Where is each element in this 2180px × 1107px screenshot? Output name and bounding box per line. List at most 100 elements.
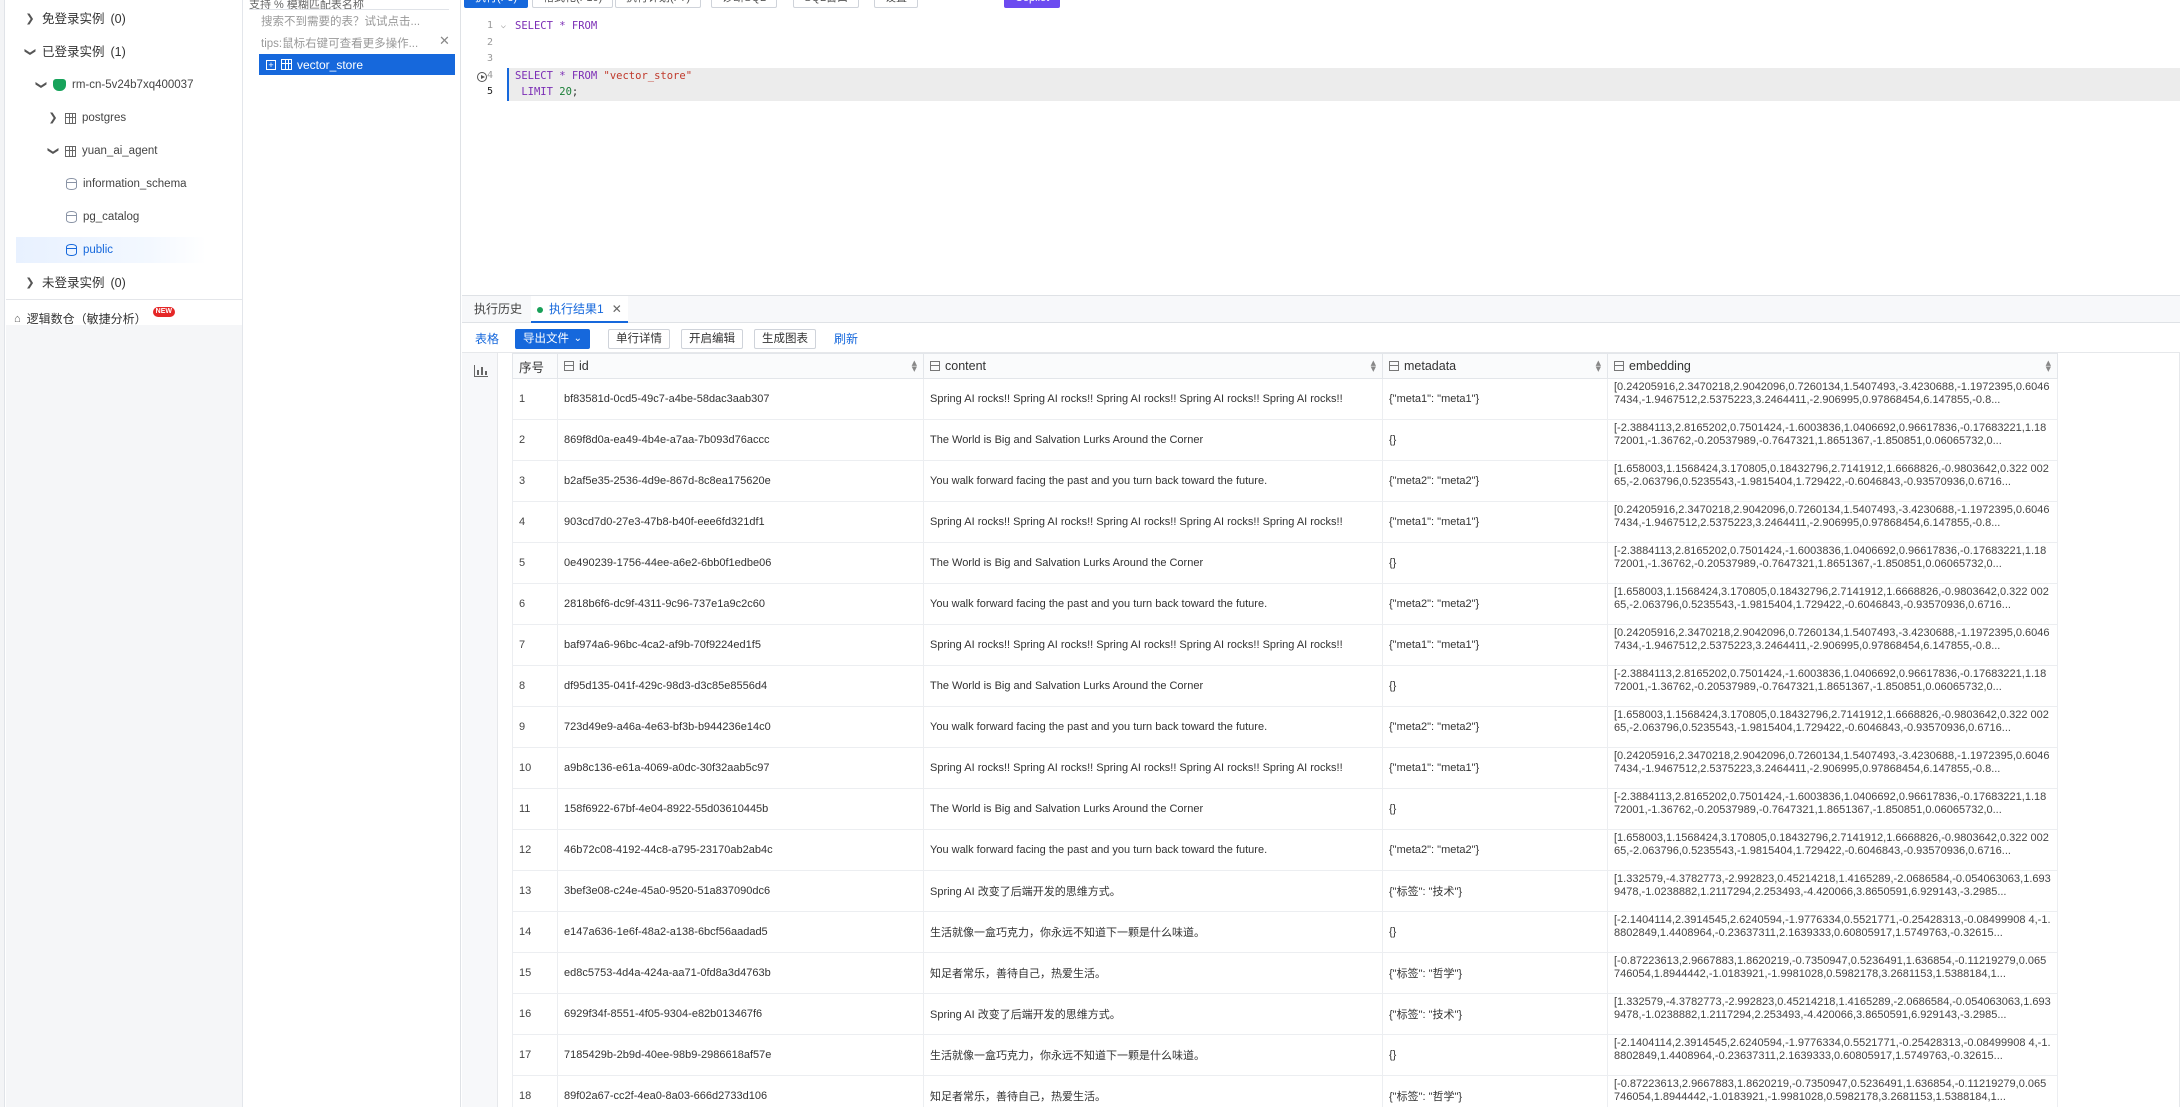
code-area[interactable]: SELECT * FROM SELECT * FROM "vector_stor… bbox=[507, 18, 2180, 101]
row-index-cell[interactable]: 1 bbox=[512, 378, 558, 420]
content-cell[interactable]: 生活就像一盒巧克力，你永远不知道下一颗是什么味道。 bbox=[923, 1034, 1383, 1076]
embedding-cell[interactable]: [0.24205916,2.3470218,2.9042096,0.726013… bbox=[1607, 378, 2058, 420]
id-cell[interactable]: ed8c5753-4d4a-424a-aa71-0fd8a3d4763b bbox=[557, 952, 924, 994]
metadata-cell[interactable]: {"meta1": "meta1"} bbox=[1382, 747, 1608, 789]
row-index-cell[interactable]: 6 bbox=[512, 583, 558, 625]
row-index-cell[interactable]: 5 bbox=[512, 542, 558, 584]
refresh-link[interactable]: 刷新 bbox=[834, 330, 858, 347]
diagnose-button[interactable]: 诊断SQL bbox=[711, 0, 778, 8]
content-cell[interactable]: Spring AI rocks!! Spring AI rocks!! Spri… bbox=[923, 378, 1383, 420]
table-row[interactable]: 12 46b72c08-4192-44c8-a795-23170ab2ab4c Yo… bbox=[512, 829, 2058, 871]
content-cell[interactable]: The World is Big and Salvation Lurks Aro… bbox=[923, 665, 1383, 707]
close-icon[interactable]: ✕ bbox=[439, 33, 450, 49]
embedding-cell[interactable]: [-2.3884113,2.8165202,0.7501424,-1.60038… bbox=[1607, 419, 2058, 461]
metadata-cell[interactable]: {"标签": "技术"} bbox=[1382, 993, 1608, 1035]
table-row[interactable]: 18 89f02a67-cc2f-4ea0-8a03-666d2733d106 知足… bbox=[512, 1075, 2058, 1107]
table-row[interactable]: 17 7185429b-2b9d-40ee-98b9-2986618af57e 生活… bbox=[512, 1034, 2058, 1076]
embedding-cell[interactable]: [1.658003,1.1568424,3.170805,0.18432796,… bbox=[1607, 583, 2058, 625]
tree-db-postgres[interactable]: ❯ postgres bbox=[47, 105, 126, 131]
embedding-cell[interactable]: [1.332579,-4.3782773,-2.992823,0.4521421… bbox=[1607, 993, 2058, 1035]
metadata-cell[interactable]: {} bbox=[1382, 665, 1608, 707]
content-cell[interactable]: The World is Big and Salvation Lurks Aro… bbox=[923, 788, 1383, 830]
metadata-cell[interactable]: {"meta2": "meta2"} bbox=[1382, 460, 1608, 502]
embedding-cell[interactable]: [0.24205916,2.3470218,2.9042096,0.726013… bbox=[1607, 747, 2058, 789]
row-index-cell[interactable]: 3 bbox=[512, 460, 558, 502]
sort-icon[interactable]: ▲ ▼ bbox=[1371, 360, 1376, 373]
tree-db-yuan-ai-agent[interactable]: ❯ yuan_ai_agent bbox=[47, 138, 157, 164]
embedding-cell[interactable]: [-0.87223613,2.9667883,1.8620219,-0.7350… bbox=[1607, 952, 2058, 994]
run-line-icon[interactable] bbox=[477, 71, 487, 82]
embedding-cell[interactable]: [0.24205916,2.3470218,2.9042096,0.726013… bbox=[1607, 624, 2058, 666]
content-cell[interactable]: Spring AI rocks!! Spring AI rocks!! Spri… bbox=[923, 501, 1383, 543]
metadata-cell[interactable]: {} bbox=[1382, 542, 1608, 584]
embedding-cell[interactable]: [1.658003,1.1568424,3.170805,0.18432796,… bbox=[1607, 829, 2058, 871]
export-button[interactable]: 导出文件 ⌄ bbox=[515, 329, 590, 349]
metadata-cell[interactable]: {"meta2": "meta2"} bbox=[1382, 829, 1608, 871]
settings-button[interactable]: 设置 bbox=[874, 0, 918, 8]
id-cell[interactable]: df95d135-041f-429c-98d3-d3c85e8556d4 bbox=[557, 665, 924, 707]
id-cell[interactable]: 0e490239-1756-44ee-a6e2-6bb0f1edbe06 bbox=[557, 542, 924, 584]
table-row[interactable]: 4 903cd7d0-27e3-47b8-b40f-eee6fd321df1 Spr… bbox=[512, 501, 2058, 543]
tree-group-free-login[interactable]: ❯ 免登录实例 (0) bbox=[24, 6, 125, 32]
enable-edit-button[interactable]: 开启编辑 bbox=[681, 329, 743, 349]
id-cell[interactable]: 6929f34f-8551-4f05-9304-e82b013467f6 bbox=[557, 993, 924, 1035]
row-index-cell[interactable]: 14 bbox=[512, 911, 558, 953]
id-cell[interactable]: 158f6922-67bf-4e04-8922-55d03610445b bbox=[557, 788, 924, 830]
sort-icon[interactable]: ▲ ▼ bbox=[912, 360, 917, 373]
generate-chart-button[interactable]: 生成图表 bbox=[754, 329, 816, 349]
sort-icon[interactable]: ▲ ▼ bbox=[1596, 360, 1601, 373]
id-cell[interactable]: 7185429b-2b9d-40ee-98b9-2986618af57e bbox=[557, 1034, 924, 1076]
tab-result-1[interactable]: 执行结果1 ✕ bbox=[531, 296, 628, 323]
metadata-cell[interactable]: {"meta1": "meta1"} bbox=[1382, 501, 1608, 543]
metadata-cell[interactable]: {"标签": "哲学"} bbox=[1382, 1075, 1608, 1107]
format-button[interactable]: 格式化(F10) bbox=[532, 0, 614, 8]
id-cell[interactable]: 89f02a67-cc2f-4ea0-8a03-666d2733d106 bbox=[557, 1075, 924, 1107]
tree-instance[interactable]: ❯ rm-cn-5v24b7xq400037 bbox=[35, 72, 193, 98]
row-index-cell[interactable]: 18 bbox=[512, 1075, 558, 1107]
expand-icon[interactable]: + bbox=[266, 59, 276, 70]
table-row[interactable]: 1 bf83581d-0cd5-49c7-a4be-58dac3aab307 Spr… bbox=[512, 378, 2058, 420]
tree-group-not-logged-in[interactable]: ❯ 未登录实例 (0) bbox=[24, 270, 125, 296]
table-view-toggle[interactable]: 表格 bbox=[475, 330, 499, 347]
embedding-cell[interactable]: [-0.87223613,2.9667883,1.8620219,-0.7350… bbox=[1607, 1075, 2058, 1107]
content-cell[interactable]: You walk forward facing the past and you… bbox=[923, 460, 1383, 502]
table-row[interactable]: 11 158f6922-67bf-4e04-8922-55d03610445b Th… bbox=[512, 788, 2058, 830]
id-cell[interactable]: b2af5e35-2536-4d9e-867d-8c8ea175620e bbox=[557, 460, 924, 502]
id-cell[interactable]: 3bef3e08-c24e-45a0-9520-51a837090dc6 bbox=[557, 870, 924, 912]
embedding-cell[interactable]: [-2.3884113,2.8165202,0.7501424,-1.60038… bbox=[1607, 665, 2058, 707]
explain-button[interactable]: 执行计划(F7) bbox=[615, 0, 702, 8]
copilot-button[interactable]: Copilot bbox=[1004, 0, 1061, 8]
table-row[interactable]: 3 b2af5e35-2536-4d9e-867d-8c8ea175620e You… bbox=[512, 460, 2058, 502]
metadata-cell[interactable]: {} bbox=[1382, 419, 1608, 461]
row-index-cell[interactable]: 9 bbox=[512, 706, 558, 748]
content-cell[interactable]: The World is Big and Salvation Lurks Aro… bbox=[923, 542, 1383, 584]
id-cell[interactable]: 46b72c08-4192-44c8-a795-23170ab2ab4c bbox=[557, 829, 924, 871]
content-cell[interactable]: 生活就像一盒巧克力，你永远不知道下一颗是什么味道。 bbox=[923, 911, 1383, 953]
content-cell[interactable]: Spring AI 改变了后端开发的思维方式。 bbox=[923, 993, 1383, 1035]
metadata-cell[interactable]: {} bbox=[1382, 911, 1608, 953]
table-row[interactable]: 8 df95d135-041f-429c-98d3-d3c85e8556d4 The… bbox=[512, 665, 2058, 707]
table-row[interactable]: 13 3bef3e08-c24e-45a0-9520-51a837090dc6 Sp… bbox=[512, 870, 2058, 912]
table-row[interactable]: 16 6929f34f-8551-4f05-9304-e82b013467f6 Sp… bbox=[512, 993, 2058, 1035]
table-filter-input[interactable]: 支持 % 模糊匹配表名称 bbox=[249, 0, 449, 10]
row-index-cell[interactable]: 8 bbox=[512, 665, 558, 707]
id-cell[interactable]: bf83581d-0cd5-49c7-a4be-58dac3aab307 bbox=[557, 378, 924, 420]
row-index-cell[interactable]: 17 bbox=[512, 1034, 558, 1076]
metadata-cell[interactable]: {"标签": "技术"} bbox=[1382, 870, 1608, 912]
table-row[interactable]: 5 0e490239-1756-44ee-a6e2-6bb0f1edbe06 The… bbox=[512, 542, 2058, 584]
id-cell[interactable]: 2818b6f6-dc9f-4311-9c96-737e1a9c2c60 bbox=[557, 583, 924, 625]
sql-window-button[interactable]: SQL窗口 bbox=[793, 0, 860, 8]
id-cell[interactable]: e147a636-1e6f-48a2-a138-6bcf56aadad5 bbox=[557, 911, 924, 953]
id-cell[interactable]: 869f8d0a-ea49-4b4e-a7aa-7b093d76accc bbox=[557, 419, 924, 461]
tree-schema-information[interactable]: information_schema bbox=[66, 171, 187, 197]
metadata-cell[interactable]: {"meta2": "meta2"} bbox=[1382, 706, 1608, 748]
table-row[interactable]: 15 ed8c5753-4d4a-424a-aa71-0fd8a3d4763b 知足… bbox=[512, 952, 2058, 994]
metadata-cell[interactable]: {} bbox=[1382, 1034, 1608, 1076]
execute-button[interactable]: 执行(F8) bbox=[464, 0, 529, 8]
content-cell[interactable]: You walk forward facing the past and you… bbox=[923, 706, 1383, 748]
id-cell[interactable]: baf974a6-96bc-4ca2-af9b-70f9224ed1f5 bbox=[557, 624, 924, 666]
row-index-cell[interactable]: 16 bbox=[512, 993, 558, 1035]
row-index-cell[interactable]: 10 bbox=[512, 747, 558, 789]
tab-history[interactable]: 执行历史 bbox=[474, 296, 522, 323]
row-index-cell[interactable]: 7 bbox=[512, 624, 558, 666]
